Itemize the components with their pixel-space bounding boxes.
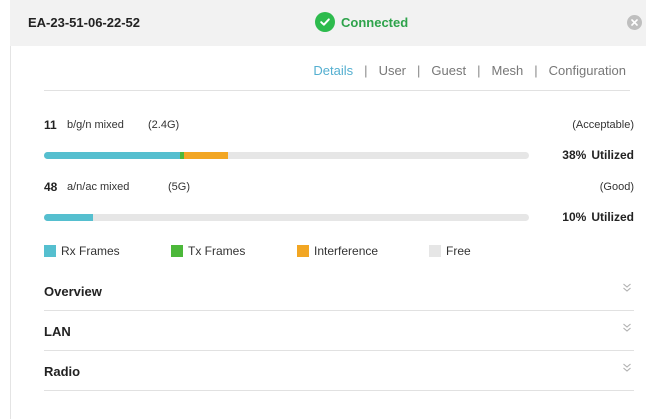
- channel-number: 48: [44, 180, 58, 194]
- utilization-bar: [44, 214, 529, 221]
- section-lan[interactable]: LAN: [44, 311, 634, 351]
- utilization-bar: [44, 152, 529, 159]
- legend-swatch: [429, 245, 441, 257]
- utilization-label: Utilized: [591, 210, 634, 224]
- device-name: EA-23-51-06-22-52: [28, 15, 141, 30]
- status-label: Connected: [341, 14, 409, 30]
- utilization-percent: 38%: [562, 148, 587, 162]
- section-title: LAN: [44, 324, 71, 339]
- channel-quality: (Good): [599, 181, 634, 193]
- legend-label: Interference: [314, 244, 379, 258]
- rx-frames-segment: [44, 152, 180, 159]
- section-radio[interactable]: Radio: [44, 351, 634, 391]
- channel-band: (5G): [168, 181, 190, 193]
- tab-guest[interactable]: Guest: [431, 63, 466, 78]
- channel-number: 11: [44, 118, 57, 132]
- channel-info-5g: 48 a/n/ac mixed (5G) (Good): [44, 180, 634, 196]
- section-title: Radio: [44, 364, 81, 379]
- tab-separator: |: [364, 63, 368, 78]
- legend-swatch: [171, 245, 183, 257]
- channel-band: (2.4G): [148, 119, 180, 131]
- rx-frames-segment: [44, 214, 93, 221]
- legend-label: Free: [446, 244, 471, 258]
- double-chevron-down-icon: [623, 323, 631, 332]
- tab-bar: Details | User | Guest | Mesh | Configur…: [313, 63, 626, 78]
- tab-separator: |: [534, 63, 538, 78]
- legend-label: Rx Frames: [61, 244, 120, 258]
- tab-mesh[interactable]: Mesh: [491, 63, 523, 78]
- panel-header: EA-23-51-06-22-52 Connected: [10, 0, 646, 46]
- utilization-percent: 10%: [562, 210, 587, 224]
- panel-left-border: [10, 46, 11, 419]
- legend-swatch: [297, 245, 309, 257]
- tab-separator: |: [417, 63, 421, 78]
- legend-item-interference: Interference: [297, 244, 378, 258]
- interference-segment: [183, 152, 229, 159]
- device-details-panel: EA-23-51-06-22-52 Connected Details | Us…: [0, 0, 646, 419]
- tab-separator: |: [477, 63, 481, 78]
- double-chevron-down-icon: [623, 363, 631, 372]
- legend-item-tx: Tx Frames: [171, 244, 245, 258]
- legend-label: Tx Frames: [188, 244, 246, 258]
- connection-status: Connected: [315, 12, 408, 32]
- channel-mode: b/g/n mixed: [67, 119, 124, 131]
- legend-item-free: Free: [429, 244, 471, 258]
- section-overview[interactable]: Overview: [44, 271, 634, 311]
- channel-info-2g: 11 b/g/n mixed (2.4G) (Acceptable): [44, 118, 634, 134]
- tab-configuration[interactable]: Configuration: [549, 63, 626, 78]
- legend-swatch: [44, 245, 56, 257]
- channel-quality: (Acceptable): [572, 119, 634, 131]
- tabs-divider: [44, 90, 630, 91]
- close-icon: [631, 19, 638, 26]
- utilization-text: 38% Utilized: [562, 148, 634, 162]
- double-chevron-down-icon: [623, 283, 631, 292]
- close-button[interactable]: [627, 15, 642, 30]
- utilization-row-5g: 10% Utilized: [44, 210, 634, 226]
- utilization-text: 10% Utilized: [562, 210, 634, 224]
- channel-mode: a/n/ac mixed: [67, 181, 130, 193]
- utilization-label: Utilized: [591, 148, 634, 162]
- tab-details[interactable]: Details: [313, 63, 353, 78]
- section-title: Overview: [44, 284, 102, 299]
- check-circle-icon: [315, 12, 335, 32]
- tab-user[interactable]: User: [379, 63, 406, 78]
- utilization-row-2g: 38% Utilized: [44, 148, 634, 164]
- legend-item-rx: Rx Frames: [44, 244, 120, 258]
